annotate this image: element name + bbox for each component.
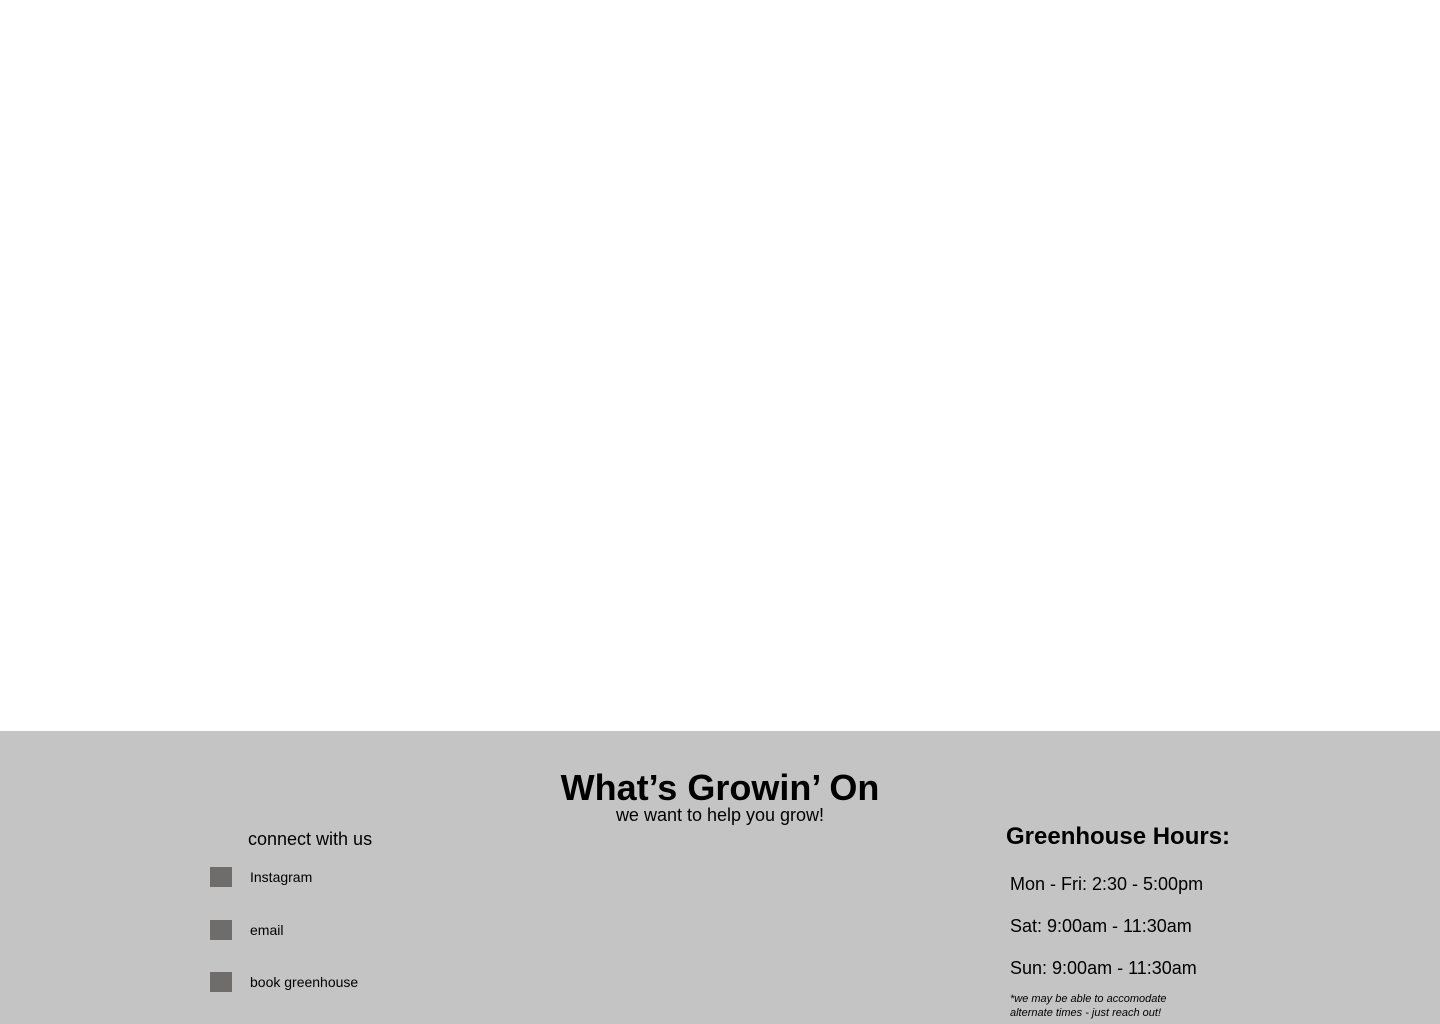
hours-note: *we may be able to accomodate alternate … <box>1010 993 1167 1019</box>
hours-row-saturday: Sat: 9:00am - 11:30am <box>1010 916 1192 936</box>
book-greenhouse-link[interactable]: book greenhouse <box>210 972 358 992</box>
hours-row-sunday: Sun: 9:00am - 11:30am <box>1010 958 1197 978</box>
hours-title: Greenhouse Hours: <box>1006 823 1231 850</box>
book-greenhouse-label: book greenhouse <box>250 974 359 990</box>
page: What’s Growin’ On we want to help you gr… <box>0 0 1440 1024</box>
email-icon <box>210 920 232 940</box>
hours-row-weekdays: Mon - Fri: 2:30 - 5:00pm <box>1010 874 1204 894</box>
brand-title: What’s Growin’ On <box>560 767 880 808</box>
instagram-link[interactable]: Instagram <box>210 867 312 887</box>
connect-title: connect with us <box>248 829 373 849</box>
instagram-label: Instagram <box>250 869 313 885</box>
calendar-icon <box>210 972 232 992</box>
instagram-icon <box>210 867 232 887</box>
brand-tagline: we want to help you grow! <box>615 805 825 825</box>
email-label: email <box>250 922 284 938</box>
email-link[interactable]: email <box>210 920 283 940</box>
site-footer: What’s Growin’ On we want to help you gr… <box>0 731 1440 1024</box>
main-content-area <box>0 0 1440 731</box>
